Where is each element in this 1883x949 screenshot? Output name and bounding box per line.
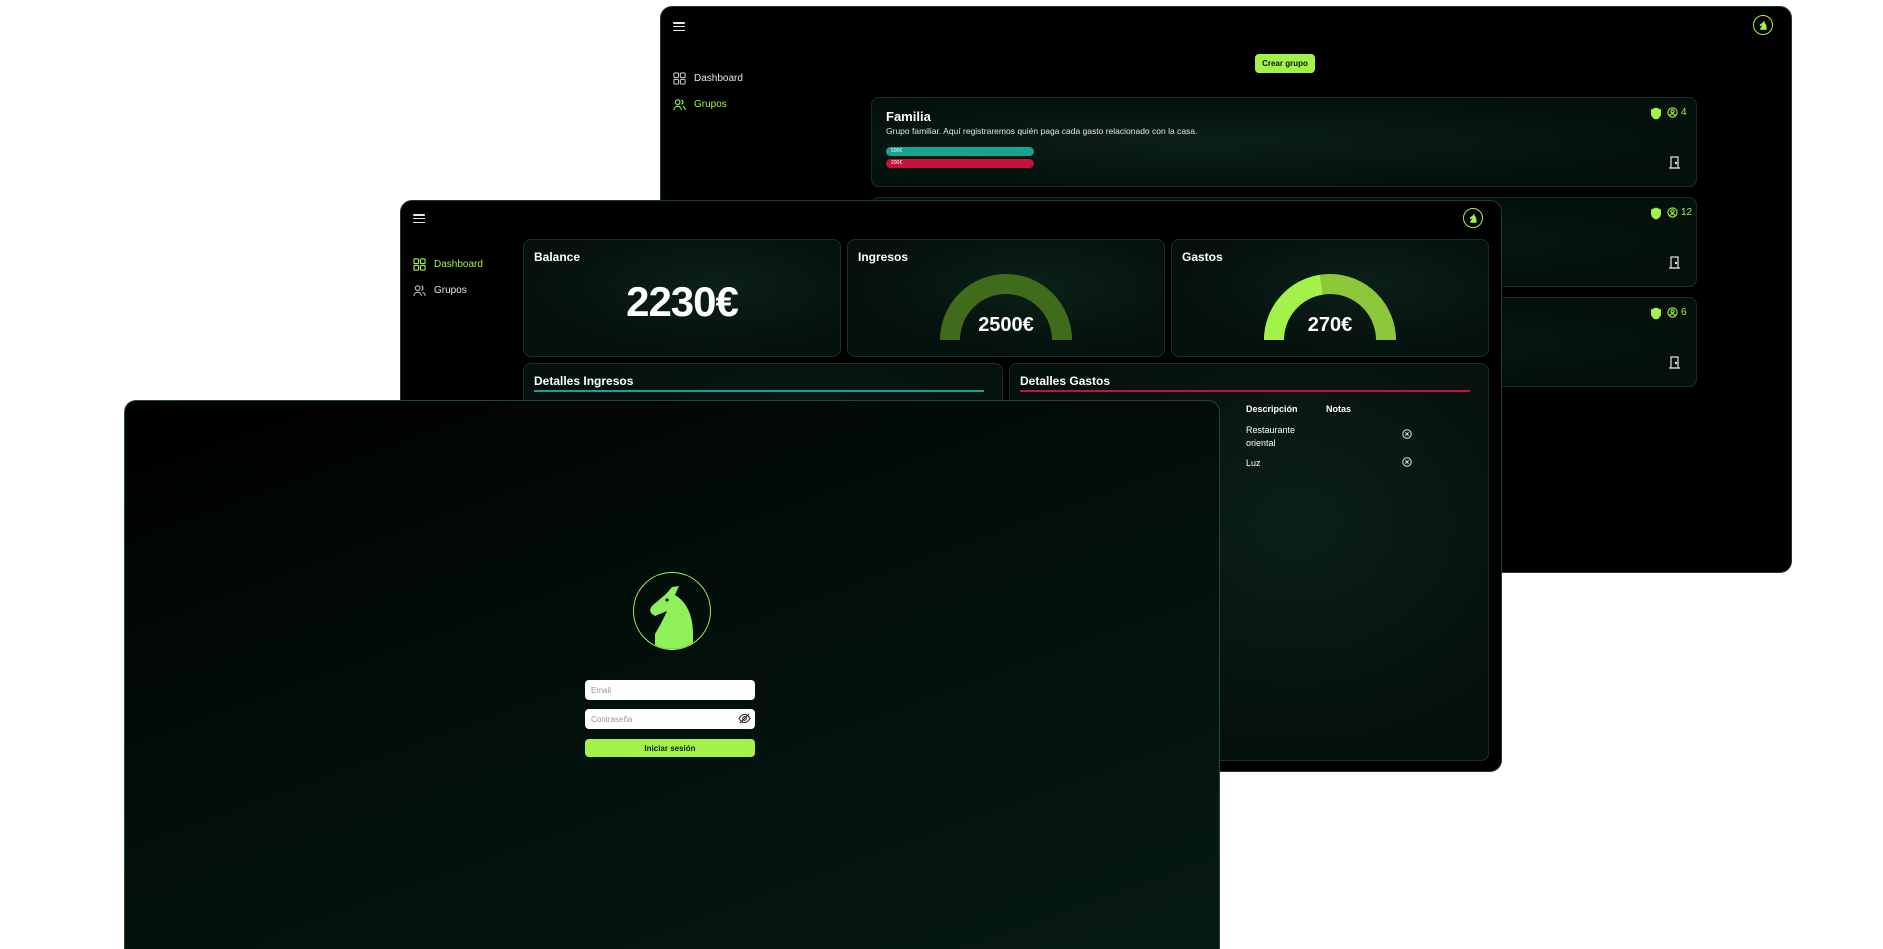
members-count: 12 bbox=[1667, 207, 1692, 218]
logo-icon[interactable] bbox=[1753, 15, 1773, 35]
shield-icon bbox=[1651, 207, 1661, 220]
column-header: Descripción bbox=[1246, 404, 1298, 414]
ingresos-value: 2500€ bbox=[978, 314, 1034, 336]
card-title: Detalles Ingresos bbox=[534, 374, 634, 388]
card-title: Gastos bbox=[1182, 250, 1223, 264]
table-row: Luz bbox=[1246, 454, 1412, 472]
login-button[interactable]: Iniciar sesión bbox=[585, 739, 755, 757]
eye-off-icon[interactable] bbox=[738, 713, 751, 724]
members-count: 4 bbox=[1667, 107, 1687, 118]
card-title: Detalles Gastos bbox=[1020, 374, 1111, 388]
create-group-button[interactable]: Crear grupo bbox=[1255, 54, 1315, 73]
sidebar-item-dashboard[interactable]: Dashboard bbox=[413, 258, 483, 271]
group-card-familia[interactable]: Familia Grupo familiar. Aquí registrarem… bbox=[871, 97, 1697, 187]
balance-value: 2230€ bbox=[626, 278, 739, 325]
descripcion-cell: Restaurante oriental bbox=[1246, 425, 1296, 448]
sidebar-item-label: Dashboard bbox=[434, 259, 483, 270]
sidebar-item-label: Dashboard bbox=[694, 73, 743, 84]
sidebar-item-grupos[interactable]: Grupos bbox=[673, 98, 727, 111]
leave-group-icon[interactable] bbox=[1669, 156, 1680, 169]
balance-card: Balance 2230€ bbox=[523, 239, 841, 357]
group-name: Familia bbox=[886, 109, 931, 124]
shield-icon bbox=[1651, 307, 1661, 320]
descripcion-cell: Luz bbox=[1246, 458, 1261, 468]
ingresos-card: Ingresos 2500€ bbox=[847, 239, 1165, 357]
sidebar-item-label: Grupos bbox=[434, 285, 467, 296]
leave-group-icon[interactable] bbox=[1669, 256, 1680, 269]
income-bar: 500€ bbox=[886, 147, 1034, 156]
dashboard-icon bbox=[413, 258, 426, 271]
card-title: Balance bbox=[534, 250, 581, 264]
expense-bar: 200€ bbox=[886, 159, 1034, 168]
delete-icon[interactable] bbox=[1402, 429, 1412, 439]
app-logo bbox=[633, 572, 711, 650]
income-bar-label: 500€ bbox=[891, 148, 903, 154]
table-row: Restaurante oriental bbox=[1246, 420, 1412, 454]
logo-icon[interactable] bbox=[1463, 208, 1483, 228]
sidebar-item-grupos[interactable]: Grupos bbox=[413, 284, 467, 297]
dashboard-icon bbox=[673, 72, 686, 85]
leave-group-icon[interactable] bbox=[1669, 356, 1680, 369]
login-window: Iniciar sesión bbox=[124, 400, 1220, 949]
menu-icon[interactable] bbox=[413, 214, 425, 224]
column-header: Notas bbox=[1326, 404, 1352, 414]
delete-icon[interactable] bbox=[1402, 457, 1412, 467]
horse-logo-icon bbox=[649, 585, 693, 649]
gastos-gauge bbox=[1264, 274, 1396, 341]
sidebar-item-dashboard[interactable]: Dashboard bbox=[673, 72, 743, 85]
gastos-card: Gastos 270€ bbox=[1171, 239, 1489, 357]
title-underline bbox=[534, 390, 984, 392]
email-input[interactable] bbox=[585, 680, 755, 700]
password-field bbox=[585, 709, 755, 729]
expense-bar-label: 200€ bbox=[891, 160, 903, 166]
gastos-value: 270€ bbox=[1307, 314, 1353, 336]
users-icon bbox=[673, 99, 686, 111]
group-description: Grupo familiar. Aquí registraremos quién… bbox=[886, 126, 1198, 136]
card-title: Ingresos bbox=[858, 250, 909, 264]
menu-icon[interactable] bbox=[673, 22, 685, 32]
ingresos-gauge bbox=[940, 274, 1072, 341]
users-icon bbox=[413, 285, 426, 297]
password-input[interactable] bbox=[585, 709, 755, 729]
shield-icon bbox=[1651, 107, 1661, 120]
gastos-table: Descripción Notas Restaurante oriental L… bbox=[1246, 404, 1412, 472]
sidebar-item-label: Grupos bbox=[694, 99, 727, 110]
members-count: 6 bbox=[1667, 307, 1687, 318]
title-underline bbox=[1020, 390, 1470, 392]
